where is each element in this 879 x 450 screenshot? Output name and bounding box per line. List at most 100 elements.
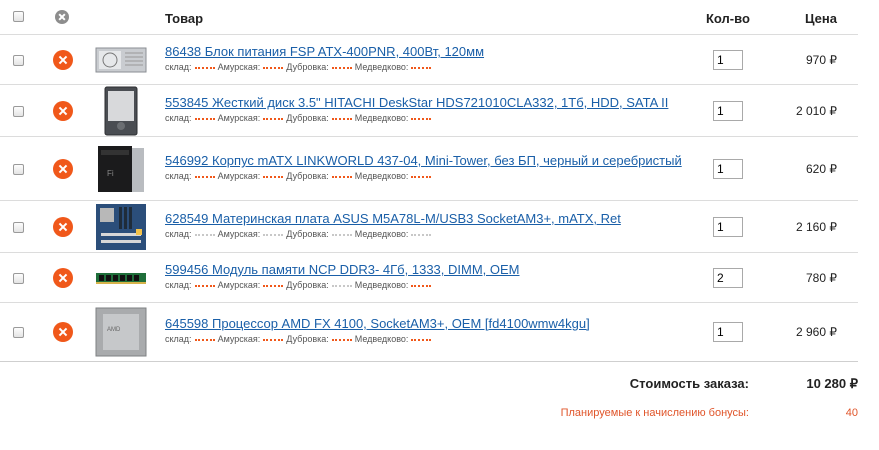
column-header-qty: Кол-во [706, 11, 750, 26]
summary-divider [0, 361, 858, 362]
stock-indicator-warehouse [194, 233, 215, 236]
remove-item-icon[interactable] [53, 322, 73, 342]
stock-label-amurskaya: Амурская: [217, 229, 261, 239]
cart-row: 86438 Блок питания FSP ATX-400PNR, 400Вт… [0, 34, 858, 85]
item-price: 620 ₽ [806, 162, 837, 176]
row-select-checkbox[interactable] [13, 273, 24, 284]
stock-indicator-amurskaya [263, 66, 284, 69]
product-link[interactable]: 645598 Процессор AMD FX 4100, SocketAM3+… [165, 316, 590, 331]
stock-indicator-dubrovka [331, 66, 352, 69]
cart-row: AMD 645598 Процессор AMD FX 4100, SocketA… [0, 302, 858, 361]
row-select-checkbox[interactable] [13, 106, 24, 117]
stock-indicator-dubrovka [331, 175, 352, 178]
remove-all-icon[interactable] [55, 10, 69, 24]
cart-row: Fi 546992 Корпус mATX LINKWORLD 437-04, M… [0, 136, 858, 201]
stock-label-warehouse: склад: [165, 334, 192, 344]
remove-item-icon[interactable] [53, 50, 73, 70]
stock-label-medvedkovo: Медведково: [354, 334, 409, 344]
quantity-input[interactable] [713, 50, 743, 70]
stock-indicator-medvedkovo [411, 66, 432, 69]
stock-indicator-amurskaya [263, 338, 284, 341]
product-link[interactable]: 546992 Корпус mATX LINKWORLD 437-04, Min… [165, 153, 682, 168]
pc-case-image[interactable]: Fi [95, 144, 147, 199]
stock-label-dubrovka: Дубровка: [286, 171, 329, 181]
stock-label-medvedkovo: Медведково: [354, 229, 409, 239]
quantity-input[interactable] [713, 101, 743, 121]
stock-indicator-medvedkovo [411, 233, 432, 236]
stock-indicator-medvedkovo [411, 338, 432, 341]
stock-indicator-dubrovka [331, 338, 352, 341]
svg-text:Fi: Fi [107, 169, 114, 178]
stock-label-warehouse: склад: [165, 280, 192, 290]
stock-availability: склад: Амурская: Дубровка: Медведково: [165, 113, 434, 123]
row-select-checkbox[interactable] [13, 327, 24, 338]
stock-label-medvedkovo: Медведково: [354, 113, 409, 123]
stock-label-dubrovka: Дубровка: [286, 113, 329, 123]
stock-indicator-medvedkovo [411, 117, 432, 120]
stock-label-amurskaya: Амурская: [217, 62, 261, 72]
row-select-checkbox[interactable] [13, 55, 24, 66]
stock-label-warehouse: склад: [165, 62, 192, 72]
stock-indicator-dubrovka [331, 117, 352, 120]
stock-label-warehouse: склад: [165, 171, 192, 181]
stock-indicator-warehouse [194, 338, 215, 341]
item-price: 970 ₽ [806, 53, 837, 67]
cart-row: 553845 Жесткий диск 3.5" HITACHI DeskSta… [0, 84, 858, 137]
stock-indicator-warehouse [194, 284, 215, 287]
stock-label-warehouse: склад: [165, 229, 192, 239]
stock-indicator-medvedkovo [411, 175, 432, 178]
svg-text:AMD: AMD [107, 327, 121, 333]
memory-module-image[interactable] [95, 270, 147, 291]
stock-indicator-dubrovka [331, 233, 352, 236]
stock-label-amurskaya: Амурская: [217, 171, 261, 181]
row-select-checkbox[interactable] [13, 222, 24, 233]
stock-label-dubrovka: Дубровка: [286, 62, 329, 72]
remove-item-icon[interactable] [53, 101, 73, 121]
stock-indicator-amurskaya [263, 284, 284, 287]
stock-label-medvedkovo: Медведково: [354, 62, 409, 72]
quantity-input[interactable] [713, 217, 743, 237]
stock-indicator-dubrovka [331, 284, 352, 287]
column-header-price: Цена [805, 11, 837, 26]
stock-label-dubrovka: Дубровка: [286, 280, 329, 290]
bonus-label: Планируемые к начислению бонусы: [560, 407, 749, 419]
item-price: 2 010 ₽ [796, 104, 837, 118]
power-supply-image[interactable] [95, 45, 147, 80]
stock-availability: склад: Амурская: Дубровка: Медведково: [165, 62, 434, 72]
quantity-input[interactable] [713, 159, 743, 179]
remove-item-icon[interactable] [53, 268, 73, 288]
stock-indicator-amurskaya [263, 117, 284, 120]
stock-indicator-warehouse [194, 117, 215, 120]
select-all-checkbox[interactable] [13, 11, 24, 22]
stock-label-amurskaya: Амурская: [217, 334, 261, 344]
stock-label-dubrovka: Дубровка: [286, 229, 329, 239]
stock-label-dubrovka: Дубровка: [286, 334, 329, 344]
cpu-image[interactable]: AMD [95, 307, 147, 362]
motherboard-image[interactable] [95, 203, 147, 256]
stock-label-medvedkovo: Медведково: [354, 171, 409, 181]
product-link[interactable]: 86438 Блок питания FSP ATX-400PNR, 400Вт… [165, 44, 484, 59]
hard-drive-image[interactable] [95, 86, 147, 141]
stock-availability: склад: Амурская: Дубровка: Медведково: [165, 171, 434, 181]
order-total-label: Стоимость заказа: [629, 376, 749, 391]
stock-label-amurskaya: Амурская: [217, 113, 261, 123]
stock-indicator-amurskaya [263, 175, 284, 178]
order-total-value: 10 280 ₽ [806, 376, 858, 391]
column-header-product: Товар [165, 11, 204, 26]
item-price: 2 160 ₽ [796, 220, 837, 234]
product-link[interactable]: 599456 Модуль памяти NCP DDR3- 4Гб, 1333… [165, 262, 520, 277]
row-select-checkbox[interactable] [13, 164, 24, 175]
quantity-input[interactable] [713, 322, 743, 342]
cart-row: 628549 Материнская плата ASUS M5A78L-M/U… [0, 200, 858, 253]
quantity-input[interactable] [713, 268, 743, 288]
stock-indicator-amurskaya [263, 233, 284, 236]
remove-item-icon[interactable] [53, 217, 73, 237]
remove-item-icon[interactable] [53, 159, 73, 179]
bonus-value: 40 [845, 407, 858, 419]
stock-availability: склад: Амурская: Дубровка: Медведково: [165, 334, 434, 344]
product-link[interactable]: 553845 Жесткий диск 3.5" HITACHI DeskSta… [165, 95, 668, 110]
item-price: 780 ₽ [806, 271, 837, 285]
product-link[interactable]: 628549 Материнская плата ASUS M5A78L-M/U… [165, 211, 621, 226]
stock-indicator-medvedkovo [411, 284, 432, 287]
stock-label-medvedkovo: Медведково: [354, 280, 409, 290]
